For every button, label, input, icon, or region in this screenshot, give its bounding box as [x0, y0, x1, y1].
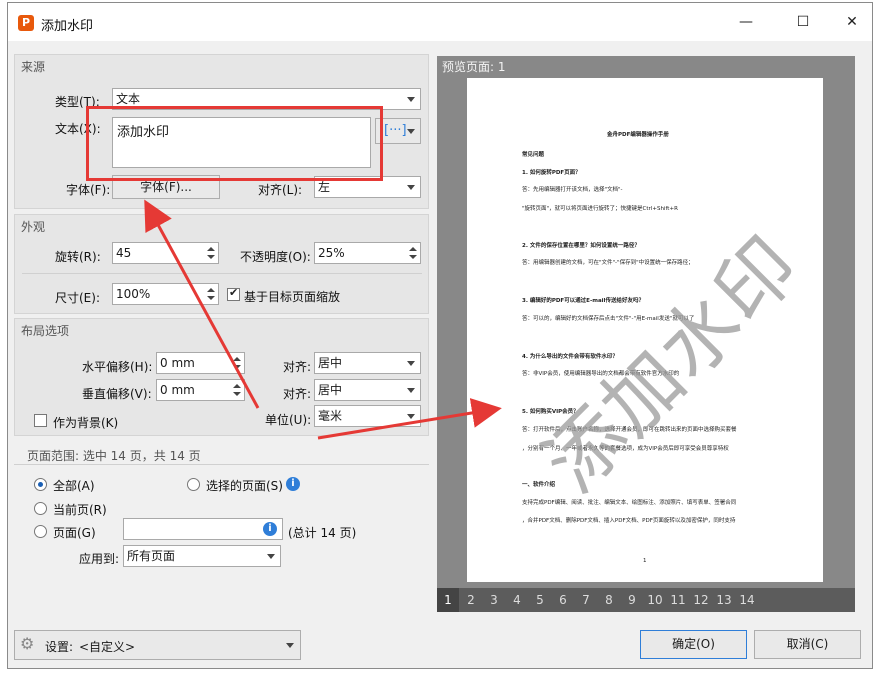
arrow-to-preview — [317, 398, 502, 440]
arrow-to-font — [144, 199, 260, 409]
annotation-arrows — [144, 199, 502, 440]
